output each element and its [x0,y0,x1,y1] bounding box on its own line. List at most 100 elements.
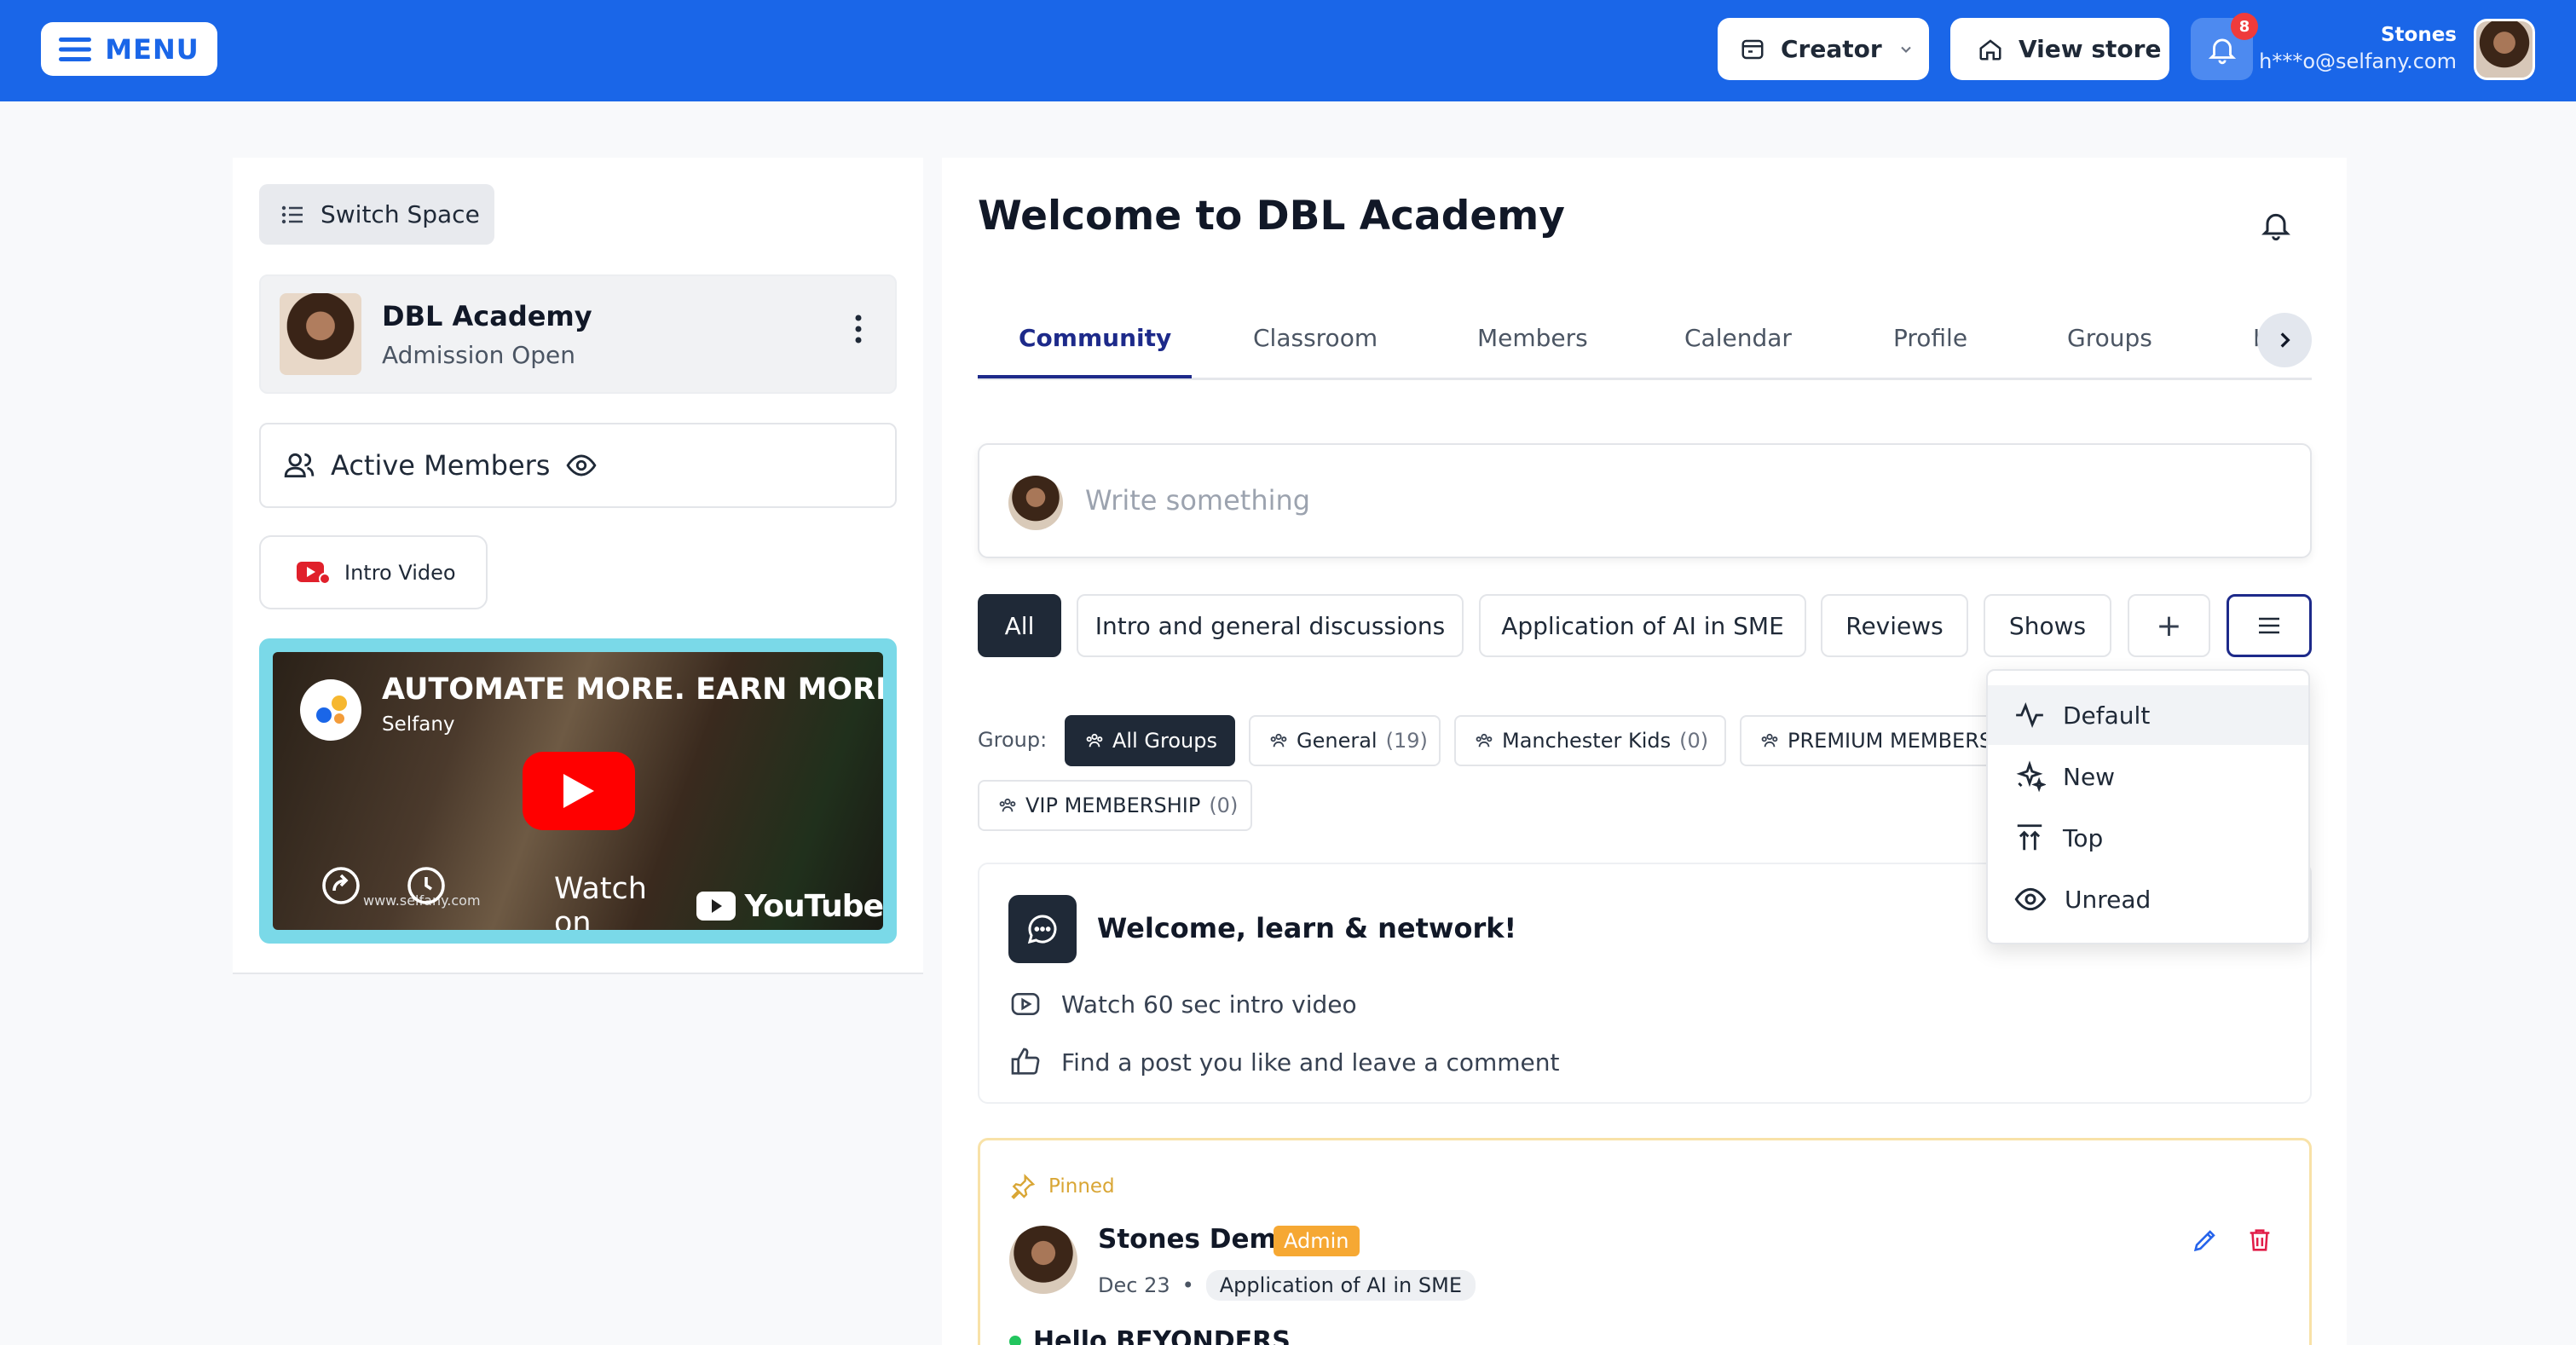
youtube-logo-icon [696,892,736,921]
checklist-item[interactable]: Watch 60 sec intro video [1008,987,1357,1021]
clock-icon [406,865,447,906]
active-members-button[interactable]: Active Members [259,423,897,508]
space-card[interactable]: DBL Academy Admission Open [259,274,897,394]
creator-dropdown[interactable]: Creator [1718,18,1929,80]
group-chip-manchester-kids[interactable]: Manchester Kids (0) [1454,715,1726,766]
space-title: DBL Academy [382,300,592,332]
checklist-item-label: Watch 60 sec intro video [1061,990,1357,1019]
watch-on-label: Watch on [554,872,647,930]
view-store-button[interactable]: View store [1950,18,2169,80]
group-chip-vip-membership[interactable]: VIP MEMBERSHIP (0) [978,780,1252,831]
chevron-down-icon [1897,41,1915,58]
intro-video-button[interactable]: Intro Video [259,535,488,609]
page-title: Welcome to DBL Academy [978,193,1565,240]
group-chip-all[interactable]: All Groups [1065,715,1235,766]
pinned-post-card[interactable]: Pinned Stones Demo Admin Dec 23 • Applic… [978,1138,2312,1345]
group-chip-count: (0) [1679,729,1709,753]
sort-option-top[interactable]: Top [1988,808,2308,868]
menu-lines-icon [2258,617,2280,634]
tab-groups[interactable]: Groups [2067,324,2152,352]
intro-video-label: Intro Video [344,560,456,585]
post-author-name[interactable]: Stones Demo [1098,1224,1295,1255]
category-shows[interactable]: Shows [1984,594,2111,657]
youtube-embed[interactable]: AUTOMATE MORE. EARN MORE. K Selfany www.… [273,652,883,930]
notification-count-badge: 8 [2231,13,2258,40]
group-chip-label: PREMIUM MEMBERS [1788,729,1993,753]
active-members-label: Active Members [331,449,551,482]
post-category-tag[interactable]: Application of AI in SME [1205,1270,1476,1301]
chevron-right-icon [2273,329,2296,351]
eye-icon [565,449,598,482]
category-ai-in-sme[interactable]: Application of AI in SME [1479,594,1806,657]
user-name: Stones [2380,24,2457,46]
post-title-text: Hello BEYONDERS [1033,1326,1291,1345]
video-play-button[interactable] [523,752,635,830]
pin-icon [1009,1173,1037,1200]
sort-option-new[interactable]: New [1988,747,2308,806]
group-icon [998,798,1017,813]
composer-placeholder: Write something [1085,484,1311,517]
tab-classroom[interactable]: Classroom [1253,324,1378,352]
user-email: h***o@selfany.com [2259,49,2457,73]
group-chip-general[interactable]: General (19) [1249,715,1441,766]
menu-label: MENU [105,32,199,66]
watch-on-youtube[interactable]: Watch on YouTube [554,872,883,930]
arrow-up-to-line-icon [2013,822,2046,854]
sort-menu-button[interactable] [2227,594,2312,657]
thumbs-up-icon [1008,1045,1043,1079]
checklist-item[interactable]: Find a post you like and leave a comment [1008,1045,1559,1079]
user-avatar[interactable] [2474,19,2535,80]
post-composer[interactable]: Write something [978,443,2312,558]
post-meta: Dec 23 • Application of AI in SME [1098,1270,1476,1301]
sparkle-icon [2013,760,2046,793]
list-icon [281,205,303,224]
tab-community[interactable]: Community [1019,324,1171,352]
category-intro-general[interactable]: Intro and general discussions [1077,594,1464,657]
space-bell-icon[interactable] [2259,206,2293,244]
view-store-label: View store [2019,35,2162,63]
hamburger-icon [59,37,92,61]
group-chip-count: (19) [1385,729,1428,753]
active-tab-indicator [978,375,1192,378]
trash-icon[interactable] [2245,1226,2274,1255]
sort-option-label: Top [2063,823,2104,852]
tab-members[interactable]: Members [1477,324,1588,352]
chat-bubble-icon [1008,895,1077,963]
group-chip-count: (0) [1209,794,1239,817]
sort-option-unread[interactable]: Unread [1988,869,2308,929]
video-icon [1008,987,1043,1021]
switch-space-button[interactable]: Switch Space [259,184,494,245]
menu-button[interactable]: MENU [41,22,217,76]
video-channel: Selfany [382,713,455,736]
space-subtitle: Admission Open [382,341,576,369]
more-options-icon[interactable] [854,314,863,344]
creator-label: Creator [1781,35,1882,63]
admin-badge: Admin [1274,1226,1360,1256]
pinned-label: Pinned [1048,1175,1115,1198]
sort-option-default[interactable]: Default [1988,685,2308,745]
category-all[interactable]: All [978,594,1061,657]
space-tabs: Community Classroom Members Calendar Pro… [978,309,2312,380]
group-chip-label: All Groups [1112,729,1217,753]
group-chip-label: Manchester Kids [1502,729,1672,753]
tab-calendar[interactable]: Calendar [1684,324,1792,352]
online-dot [1009,1335,1021,1345]
sort-option-label: Unread [2065,885,2151,914]
post-author-avatar[interactable] [1009,1226,1077,1294]
space-avatar [280,293,361,375]
sort-dropdown-menu: Default New Top Unread [1986,669,2310,944]
group-icon [1760,733,1779,748]
add-category-button[interactable]: + [2128,594,2210,657]
post-date: Dec 23 [1098,1273,1170,1297]
welcome-card-title: Welcome, learn & network! [1097,912,1517,944]
switch-space-label: Switch Space [321,200,480,228]
category-reviews[interactable]: Reviews [1821,594,1968,657]
tab-profile[interactable]: Profile [1893,324,1967,352]
group-chip-premium-members[interactable]: PREMIUM MEMBERS [1740,715,1996,766]
store-front-icon [1740,37,1765,62]
tabs-next-button[interactable] [2257,313,2312,367]
checklist-item-label: Find a post you like and leave a comment [1061,1048,1560,1077]
group-icon [1269,733,1288,748]
edit-pencil-icon[interactable] [2191,1226,2220,1255]
post-title[interactable]: Hello BEYONDERS [1009,1326,1291,1345]
